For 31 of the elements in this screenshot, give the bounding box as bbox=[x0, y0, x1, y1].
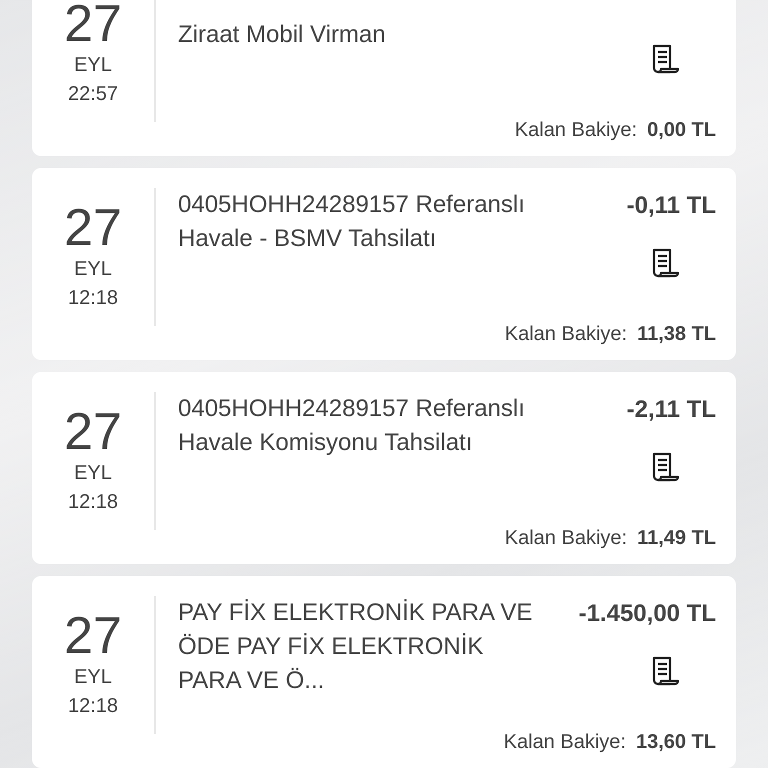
month-label: EYL bbox=[74, 666, 112, 689]
month-label: EYL bbox=[74, 54, 112, 77]
balance-label: Kalan Bakiye: bbox=[504, 527, 628, 550]
time-label: 22:57 bbox=[68, 83, 118, 106]
transaction-card[interactable]: 27 EYL 12:18 0405HOHH24289157 Referanslı Havale - BSMV Tahsilatı -0,11 TL Kalan Bakiye: 11,38 TL bbox=[32, 168, 736, 360]
transaction-card[interactable]: 27 EYL 22:57 Ziraat Mobil Virman Kalan Bakiye: 0,00 TL bbox=[32, 0, 736, 156]
balance-label: Kalan Bakiye: bbox=[504, 323, 628, 346]
balance-value: 0,00 TL bbox=[647, 119, 716, 142]
day-number: 27 bbox=[64, 200, 122, 256]
transaction-amount: -1.450,00 TL bbox=[578, 599, 716, 629]
transaction-card[interactable]: 27 EYL 12:18 0405HOHH24289157 Referanslı Havale Komisyonu Tahsilatı -2,11 TL Kalan Bakiye: 11,49 TL bbox=[32, 372, 736, 564]
balance-label: Kalan Bakiye: bbox=[504, 731, 626, 754]
month-label: EYL bbox=[74, 462, 112, 485]
month-label: EYL bbox=[74, 258, 112, 281]
transaction-amount: -2,11 TL bbox=[626, 395, 716, 425]
balance-value: 11,49 TL bbox=[637, 527, 716, 550]
transaction-amount: -0,11 TL bbox=[626, 191, 716, 221]
time-label: 12:18 bbox=[68, 491, 118, 514]
balance-value: 13,60 TL bbox=[636, 731, 716, 754]
balance-value: 11,38 TL bbox=[637, 323, 716, 346]
time-label: 12:18 bbox=[68, 695, 118, 718]
transaction-description: 0405HOHH24289157 Referanslı Havale Komisyonu Tahsilatı bbox=[178, 394, 526, 458]
transaction-card[interactable]: 27 EYL 12:18 PAY FİX ELEKTRONİK PARA VE ÖDE PAY FİX ELEKTRONİK PARA VE Ö... -1.450,00 TL Kalan Bakiye: 13,60 TL bbox=[32, 576, 736, 768]
transaction-description: PAY FİX ELEKTRONİK PARA VE ÖDE PAY FİX ELEKTRONİK PARA VE Ö... bbox=[178, 598, 534, 696]
balance-label: Kalan Bakiye: bbox=[514, 119, 638, 142]
day-number: 27 bbox=[64, 608, 122, 664]
transaction-description: Ziraat Mobil Virman bbox=[178, 20, 387, 50]
time-label: 12:18 bbox=[68, 287, 118, 310]
day-number: 27 bbox=[64, 404, 122, 460]
day-number: 27 bbox=[64, 0, 122, 52]
transaction-description: 0405HOHH24289157 Referanslı Havale - BSMV Tahsilatı bbox=[178, 190, 526, 254]
